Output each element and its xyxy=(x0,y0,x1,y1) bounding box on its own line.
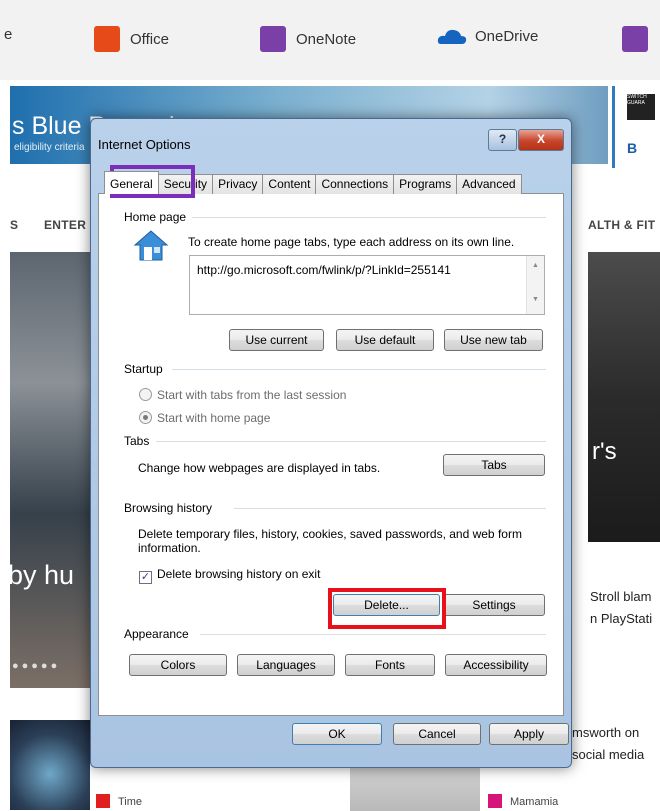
office-icon xyxy=(94,26,120,52)
side-ad-letter: B xyxy=(627,140,638,156)
story-headline[interactable]: msworth on social media xyxy=(572,722,660,766)
tab-programs[interactable]: Programs xyxy=(393,174,458,194)
group-label-appearance: Appearance xyxy=(124,627,193,641)
delete-button-highlight xyxy=(328,588,446,629)
app-link-onedrive[interactable]: OneDrive xyxy=(437,26,538,46)
onedrive-icon xyxy=(437,29,467,44)
radio-selected-icon[interactable] xyxy=(139,411,152,424)
group-label-startup: Startup xyxy=(124,362,167,376)
app-label: Office xyxy=(130,30,169,48)
home-page-url: http://go.microsoft.com/fwlink/p/?LinkId… xyxy=(197,263,451,277)
scroll-down-icon[interactable]: ▼ xyxy=(532,296,539,303)
tabs-settings-button[interactable]: Tabs xyxy=(443,454,545,476)
side-image-caption: r's xyxy=(592,438,617,465)
side-image[interactable] xyxy=(588,252,660,542)
app-label: e xyxy=(4,26,13,43)
delete-on-exit-checkbox[interactable]: ✓ Delete browsing history on exit xyxy=(139,567,320,584)
source-mamamia: Mamamia xyxy=(488,794,558,808)
side-ad-badge: SWITCH GUARA xyxy=(627,94,655,120)
group-divider xyxy=(156,441,546,442)
colors-button[interactable]: Colors xyxy=(129,654,227,676)
tab-connections[interactable]: Connections xyxy=(315,174,395,194)
app-link-edge[interactable]: e xyxy=(4,26,12,43)
close-button[interactable]: X xyxy=(518,129,564,151)
source-time: Time xyxy=(96,794,142,808)
ok-button[interactable]: OK xyxy=(292,723,382,745)
group-label-browsing-history: Browsing history xyxy=(124,501,217,515)
help-button[interactable]: ? xyxy=(488,129,517,151)
hero-caption: by hu xyxy=(8,560,75,590)
browsing-history-description: Delete temporary files, history, cookies… xyxy=(138,527,522,555)
hero-image[interactable] xyxy=(10,252,90,688)
app-label: OneNote xyxy=(296,30,357,48)
app-link-onenote[interactable]: OneNote xyxy=(260,26,356,52)
mamamia-logo-icon xyxy=(488,794,502,808)
group-label-home-page: Home page xyxy=(124,210,191,224)
apply-button[interactable]: Apply xyxy=(489,723,569,745)
tab-privacy[interactable]: Privacy xyxy=(212,174,264,194)
fonts-button[interactable]: Fonts xyxy=(345,654,435,676)
home-icon xyxy=(133,228,169,269)
nav-item[interactable]: ENTER xyxy=(44,218,86,232)
home-page-instruction: To create home page tabs, type each addr… xyxy=(188,235,515,249)
home-page-url-field[interactable]: http://go.microsoft.com/fwlink/p/?LinkId… xyxy=(189,255,545,315)
languages-button[interactable]: Languages xyxy=(237,654,335,676)
app-label: OneDrive xyxy=(475,27,539,45)
scroll-up-icon[interactable]: ▲ xyxy=(532,262,539,269)
store-icon xyxy=(622,26,648,52)
group-divider xyxy=(200,634,546,635)
browsing-settings-button[interactable]: Settings xyxy=(443,594,545,616)
cancel-button[interactable]: Cancel xyxy=(393,723,481,745)
startup-option-home-page[interactable]: Start with home page xyxy=(139,411,270,425)
use-current-button[interactable]: Use current xyxy=(229,329,324,351)
tab-advanced[interactable]: Advanced xyxy=(456,174,522,194)
tab-content[interactable]: Content xyxy=(262,174,317,194)
nav-item[interactable]: S xyxy=(10,218,18,232)
checkbox-checked-icon[interactable]: ✓ xyxy=(139,571,152,584)
url-scrollbar[interactable]: ▲ ▼ xyxy=(526,256,544,314)
startup-option-last-session[interactable]: Start with tabs from the last session xyxy=(139,388,346,402)
nav-item[interactable]: ALTH & FIT xyxy=(588,218,655,232)
tab-general[interactable]: General xyxy=(104,171,159,194)
dialog-title: Internet Options xyxy=(98,137,191,152)
title-buttons: ? X xyxy=(488,129,564,151)
radio-icon[interactable] xyxy=(139,388,152,401)
browser-top-bar: e Office OneNote OneDrive xyxy=(0,0,660,80)
story-headline[interactable]: Stroll blam n PlayStati xyxy=(590,586,658,630)
app-link-store[interactable] xyxy=(622,26,658,52)
time-logo-icon xyxy=(96,794,110,808)
banner-subtext: eligibility criteria xyxy=(14,142,85,153)
carousel-dots[interactable]: ●●●●● xyxy=(12,660,60,672)
app-link-office[interactable]: Office xyxy=(94,26,169,52)
story-thumbnail[interactable] xyxy=(10,720,90,810)
tabs-description: Change how webpages are displayed in tab… xyxy=(138,461,381,475)
onenote-icon xyxy=(260,26,286,52)
use-new-tab-button[interactable]: Use new tab xyxy=(444,329,543,351)
group-label-tabs: Tabs xyxy=(124,434,154,448)
group-divider xyxy=(234,508,546,509)
group-divider xyxy=(192,217,546,218)
group-divider xyxy=(172,369,546,370)
use-default-button[interactable]: Use default xyxy=(336,329,434,351)
accessibility-button[interactable]: Accessibility xyxy=(445,654,547,676)
